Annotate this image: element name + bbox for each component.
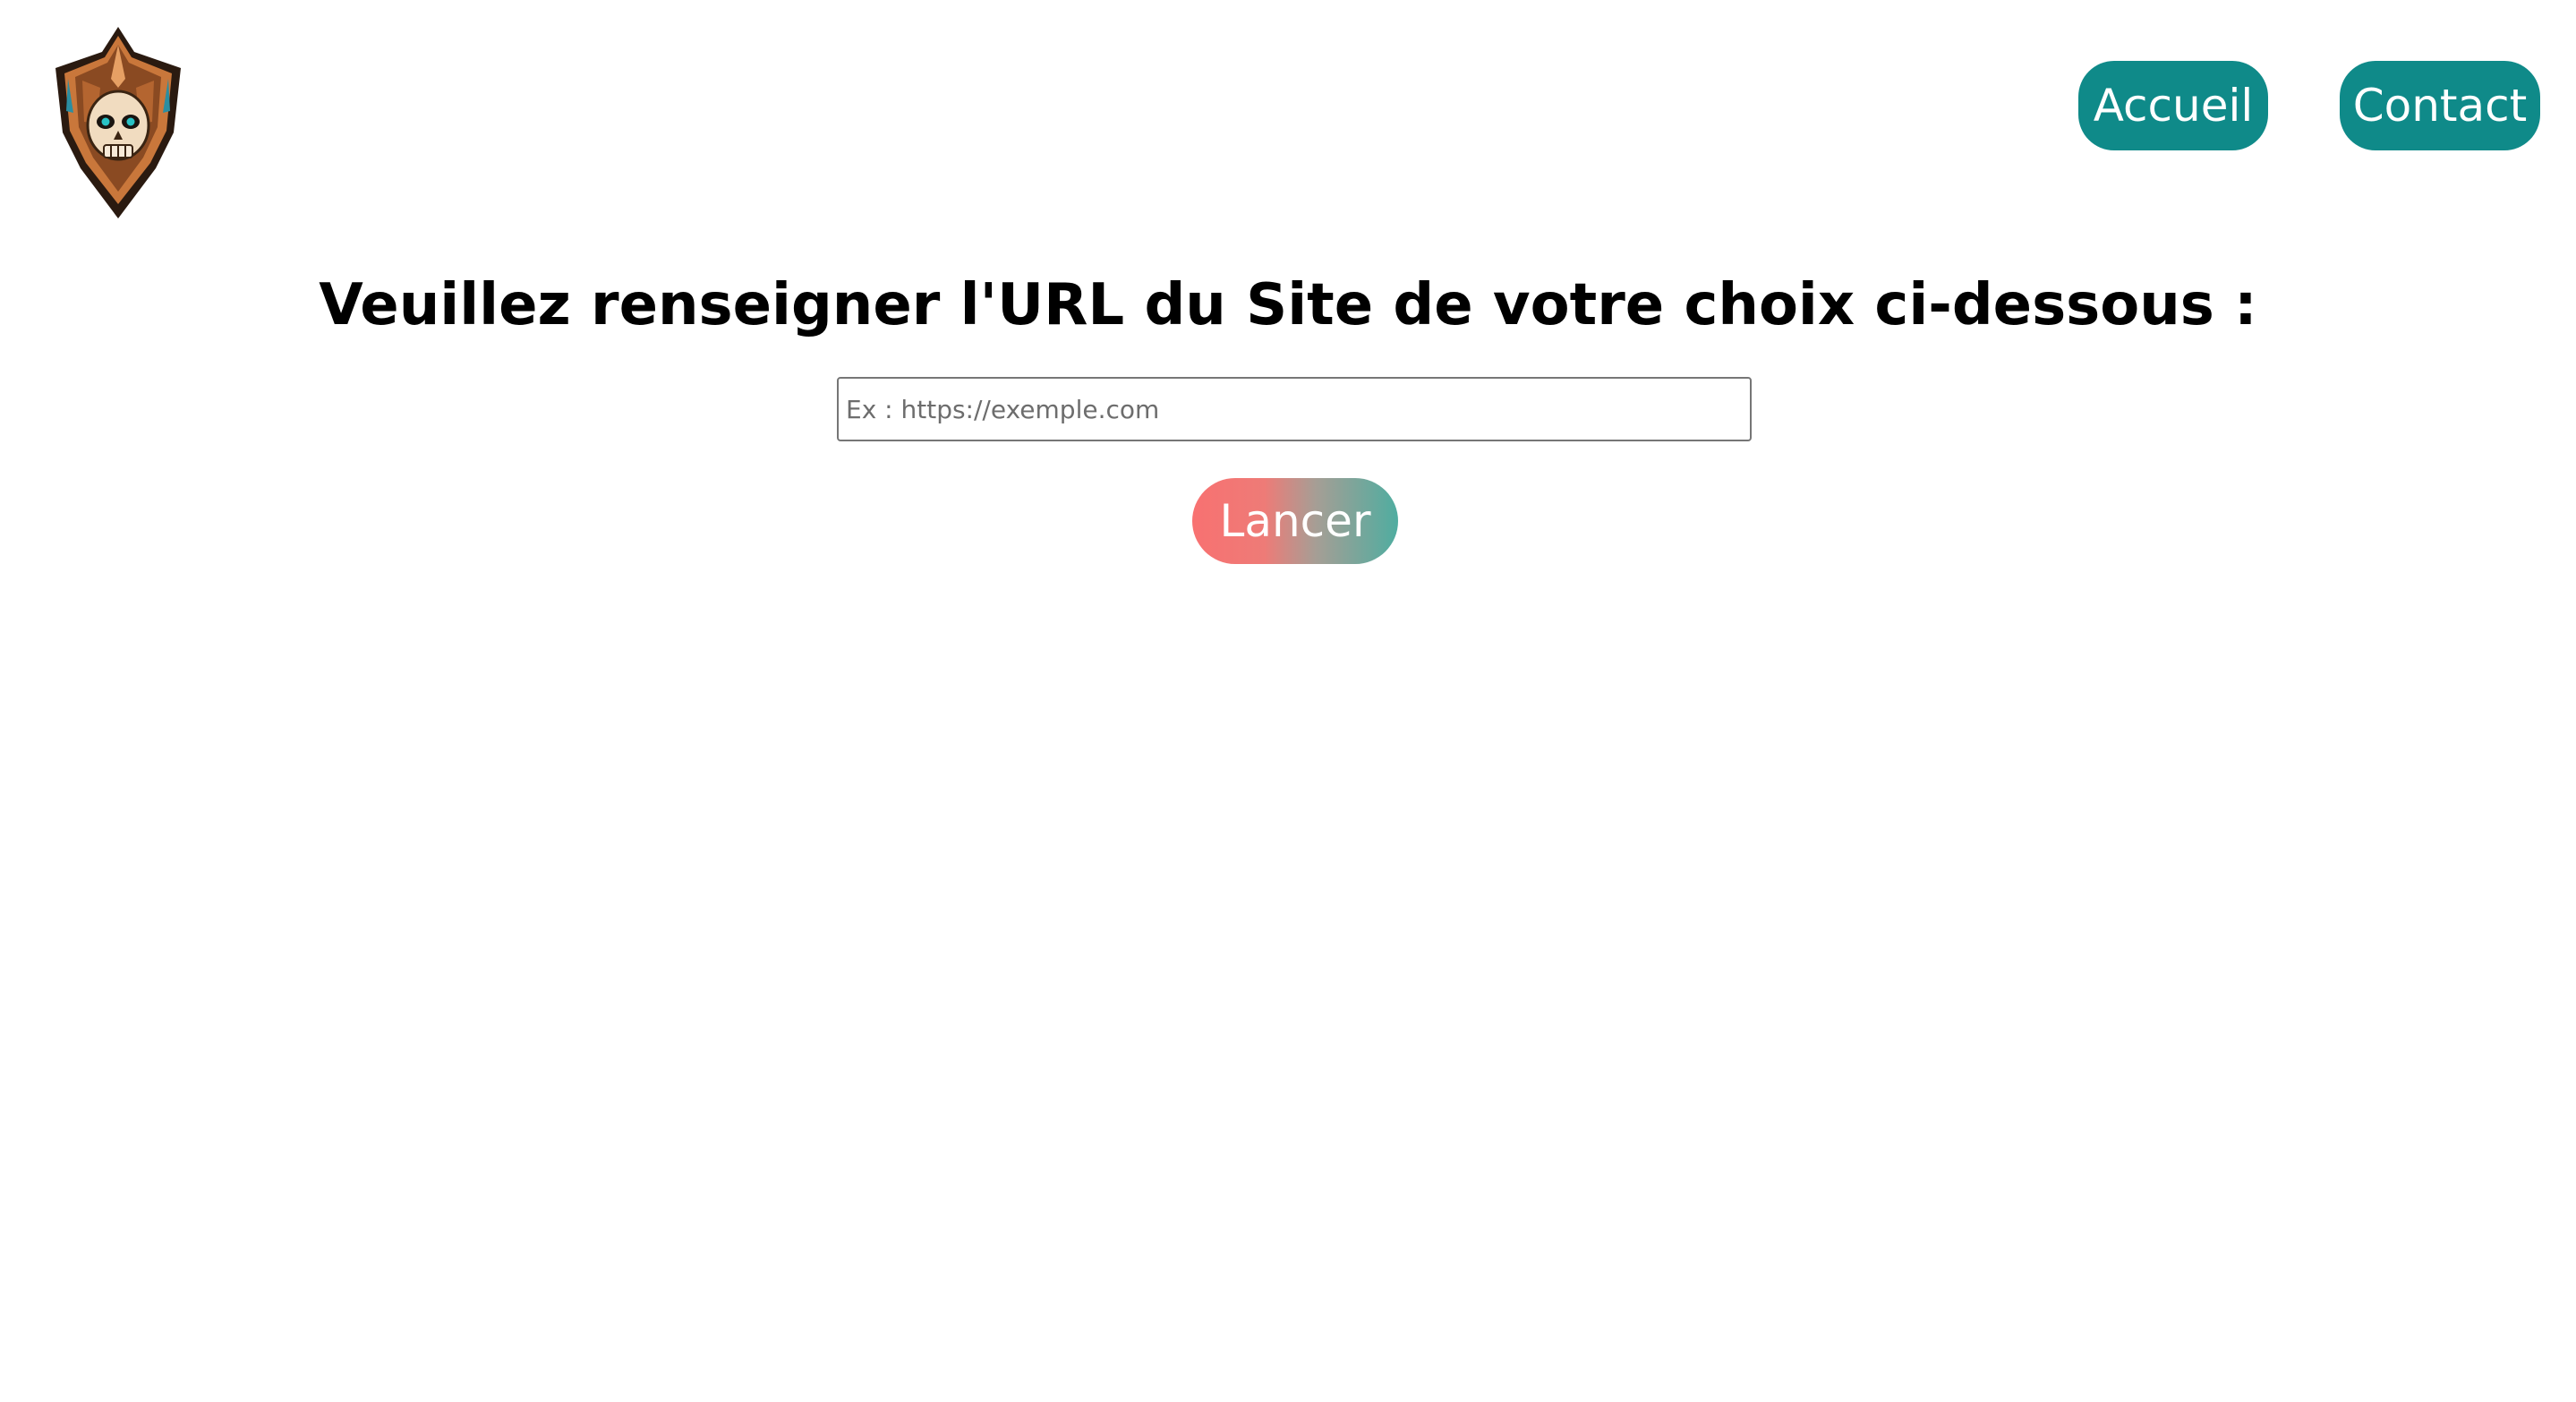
nav-contact-button[interactable]: Contact xyxy=(2340,61,2540,150)
nav-accueil-button[interactable]: Accueil xyxy=(2078,61,2268,150)
top-nav: Accueil Contact xyxy=(2078,61,2540,150)
url-input[interactable] xyxy=(837,377,1752,441)
skull-crest-logo-icon[interactable] xyxy=(47,25,190,222)
page: Accueil Contact Veuillez renseigner l'UR… xyxy=(0,0,2576,1402)
page-title: Veuillez renseigner l'URL du Site de vot… xyxy=(319,272,2257,338)
launch-button[interactable]: Lancer xyxy=(1192,478,1398,564)
